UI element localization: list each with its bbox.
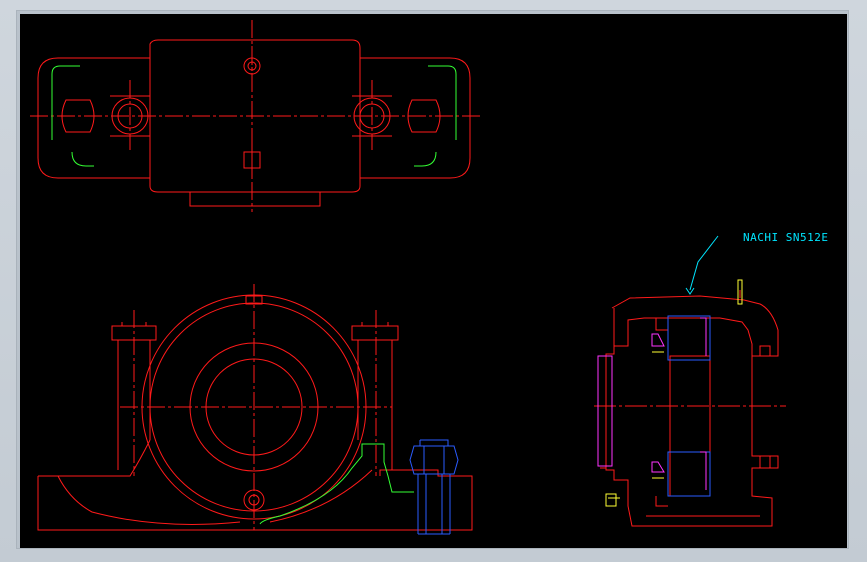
cad-drawing xyxy=(30,20,786,535)
bolt xyxy=(409,439,459,535)
yellow-details xyxy=(605,279,743,507)
top-view xyxy=(30,20,480,212)
front-view xyxy=(37,284,473,531)
leader-line xyxy=(685,235,719,295)
front-view-green xyxy=(259,443,414,525)
side-view xyxy=(594,290,786,527)
